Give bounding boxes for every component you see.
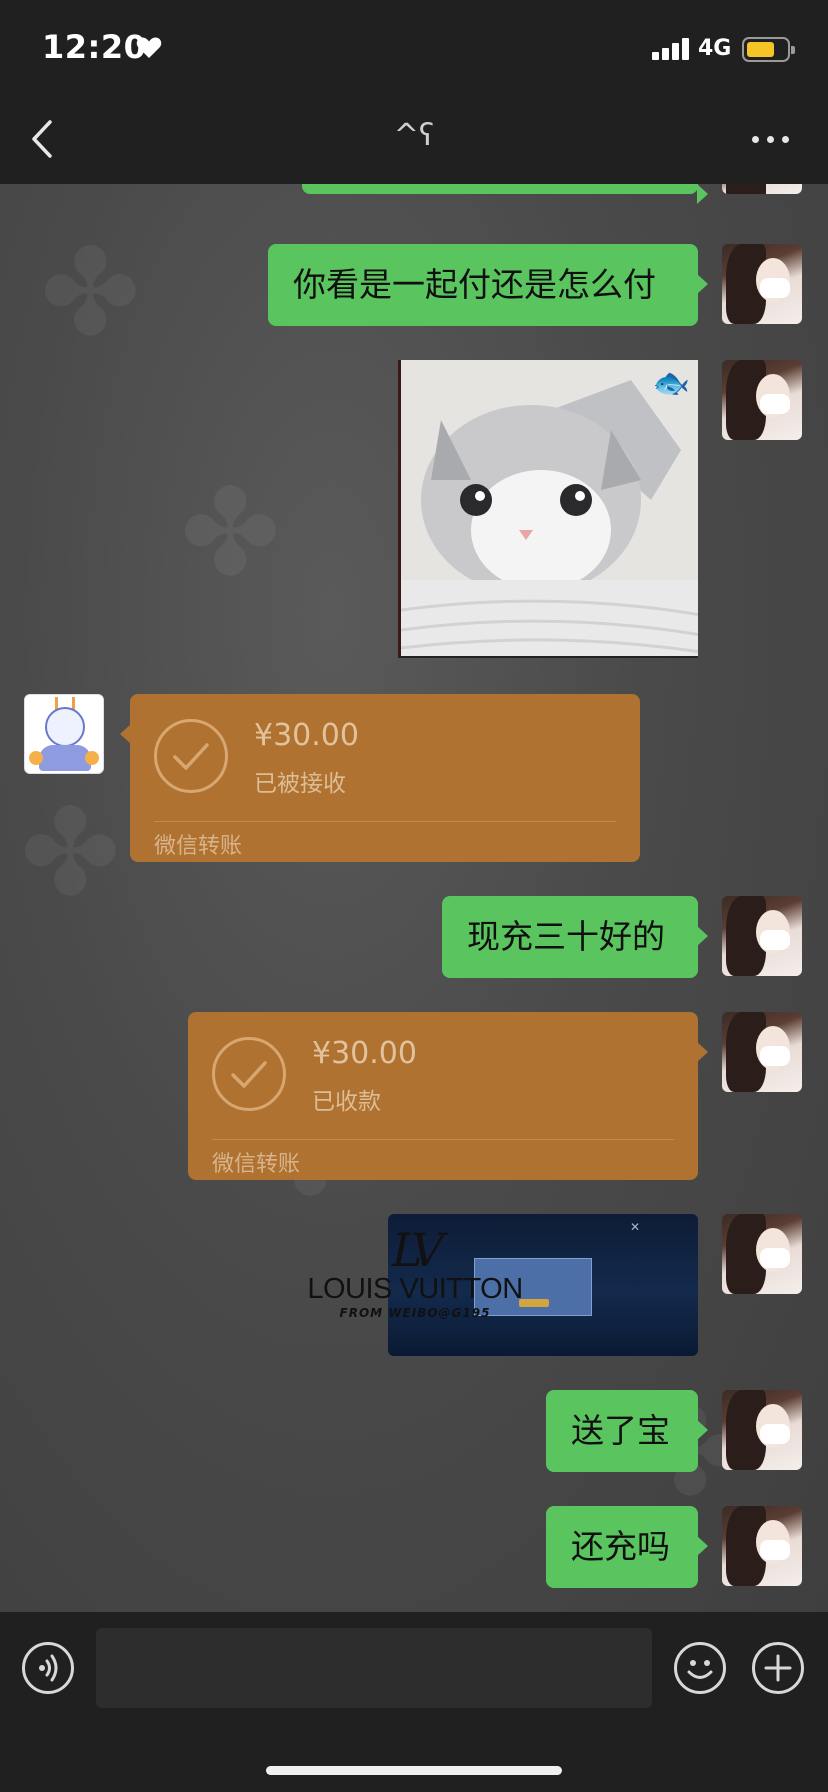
transfer-status: 已被接收 bbox=[254, 771, 346, 797]
signal-icon bbox=[652, 36, 692, 60]
message-bubble[interactable]: 你看是一起付还是怎么付 bbox=[268, 244, 708, 326]
more-functions-button[interactable] bbox=[752, 1642, 804, 1694]
avatar-other[interactable] bbox=[24, 694, 104, 774]
close-icon: ✕ bbox=[629, 1220, 640, 1234]
background-pattern: ✤ bbox=[180, 464, 281, 603]
voice-button[interactable] bbox=[22, 1642, 74, 1694]
cat-photo-message[interactable]: 🐟 bbox=[398, 360, 698, 658]
transfer-amount: ¥30.00 bbox=[254, 718, 359, 753]
background-pattern: ✤ bbox=[20, 784, 121, 923]
watermark-brand: LOUIS VUITTON bbox=[307, 1273, 523, 1305]
avatar-me[interactable] bbox=[722, 184, 802, 194]
cat-image bbox=[401, 360, 698, 656]
chat-area[interactable]: ✤ ✤ ✤ ✤ ✤ 你看是一起付还是怎么付 🐟 bbox=[0, 184, 828, 1612]
transfer-card[interactable]: ¥30.00 已收款 微信转账 bbox=[188, 1012, 708, 1180]
check-circle-icon bbox=[154, 719, 228, 793]
message-bubble[interactable]: 现充三十好的 bbox=[442, 896, 708, 978]
top-bar: 12:20 4G ^ʕ bbox=[0, 0, 828, 184]
avatar-me[interactable] bbox=[722, 1506, 802, 1586]
divider bbox=[154, 821, 616, 822]
status-time: 12:20 bbox=[42, 28, 147, 66]
home-indicator bbox=[266, 1766, 562, 1775]
check-circle-icon bbox=[212, 1037, 286, 1111]
network-label: 4G bbox=[698, 36, 732, 61]
emoji-button[interactable] bbox=[674, 1642, 726, 1694]
avatar-me[interactable] bbox=[722, 1390, 802, 1470]
more-options-button[interactable] bbox=[752, 130, 792, 150]
battery-icon bbox=[742, 37, 795, 62]
chat-title: ^ʕ bbox=[393, 118, 435, 153]
background-pattern: ✤ bbox=[40, 224, 141, 363]
heart-icon bbox=[136, 37, 162, 58]
message-bubble-partial[interactable] bbox=[302, 184, 708, 204]
transfer-amount: ¥30.00 bbox=[312, 1036, 417, 1071]
message-input[interactable] bbox=[96, 1628, 652, 1708]
message-bubble[interactable]: 送了宝 bbox=[546, 1390, 708, 1472]
avatar-me[interactable] bbox=[722, 896, 802, 976]
voice-icon bbox=[39, 1654, 58, 1682]
watermark: LV LOUIS VUITTON FROM WEIBO@G195 bbox=[305, 1223, 525, 1320]
transfer-card[interactable]: ¥30.00 已被接收 微信转账 bbox=[120, 694, 640, 862]
message-bubble[interactable]: 还充吗 bbox=[546, 1506, 708, 1588]
emoji-icon bbox=[687, 1660, 713, 1679]
watermark-logo: LV bbox=[391, 1223, 444, 1277]
avatar-me[interactable] bbox=[722, 244, 802, 324]
plus-icon bbox=[764, 1654, 792, 1682]
watermark-source: FROM WEIBO@G195 bbox=[339, 1306, 491, 1320]
transfer-status: 已收款 bbox=[312, 1089, 381, 1115]
transfer-label: 微信转账 bbox=[212, 1152, 301, 1177]
divider bbox=[212, 1139, 674, 1140]
avatar-me[interactable] bbox=[722, 1214, 802, 1294]
avatar-me[interactable] bbox=[722, 360, 802, 440]
fish-icon: 🐟 bbox=[652, 366, 690, 401]
transfer-label: 微信转账 bbox=[154, 834, 243, 859]
avatar-me[interactable] bbox=[722, 1012, 802, 1092]
